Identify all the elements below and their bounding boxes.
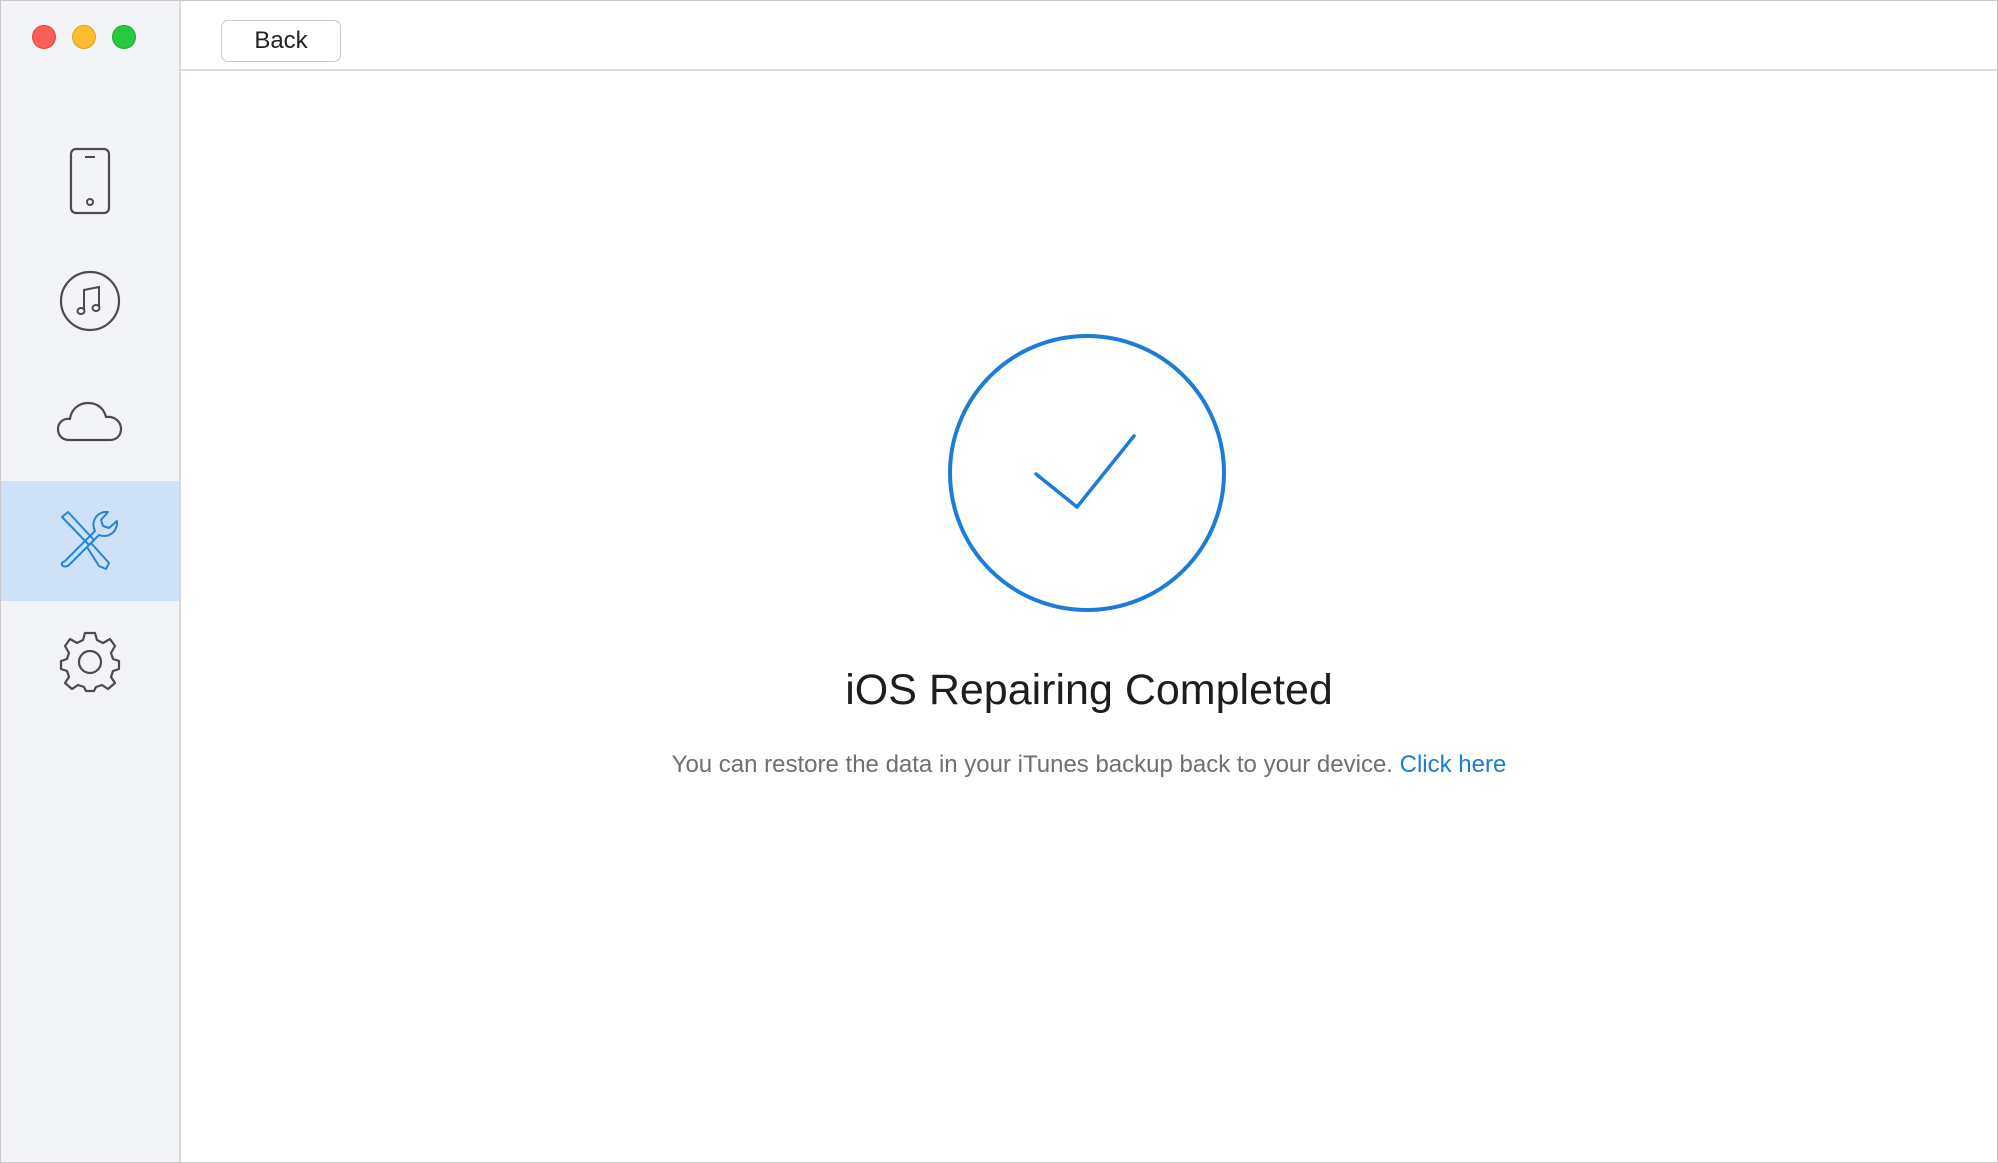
minimize-window-button[interactable] [72, 25, 96, 49]
sidebar-item-device[interactable] [1, 121, 179, 241]
zoom-window-button[interactable] [112, 25, 136, 49]
status-title: iOS Repairing Completed [845, 666, 1333, 714]
checkmark-circle-icon [948, 334, 1226, 612]
sidebar-item-icloud[interactable] [1, 361, 179, 481]
back-button[interactable]: Back [221, 20, 341, 62]
sidebar-item-settings[interactable] [1, 601, 179, 721]
gear-icon [59, 631, 121, 693]
app-window: Back iOS Repairing Completed You can res… [0, 0, 1998, 1163]
iphone-icon [69, 147, 111, 215]
toolbar: Back [181, 1, 1997, 71]
cloud-icon [56, 401, 123, 442]
sidebar [1, 1, 181, 1162]
close-window-button[interactable] [32, 25, 56, 49]
music-note-icon [59, 270, 121, 332]
status-message-line: You can restore the data in your iTunes … [181, 751, 1997, 779]
tools-icon [60, 511, 118, 570]
main-content: iOS Repairing Completed You can restore … [181, 71, 1997, 1162]
sidebar-item-ios-repair[interactable] [1, 481, 179, 601]
sidebar-item-itunes[interactable] [1, 241, 179, 361]
click-here-link[interactable]: Click here [1400, 751, 1507, 778]
status-message: You can restore the data in your iTunes … [671, 751, 1393, 778]
